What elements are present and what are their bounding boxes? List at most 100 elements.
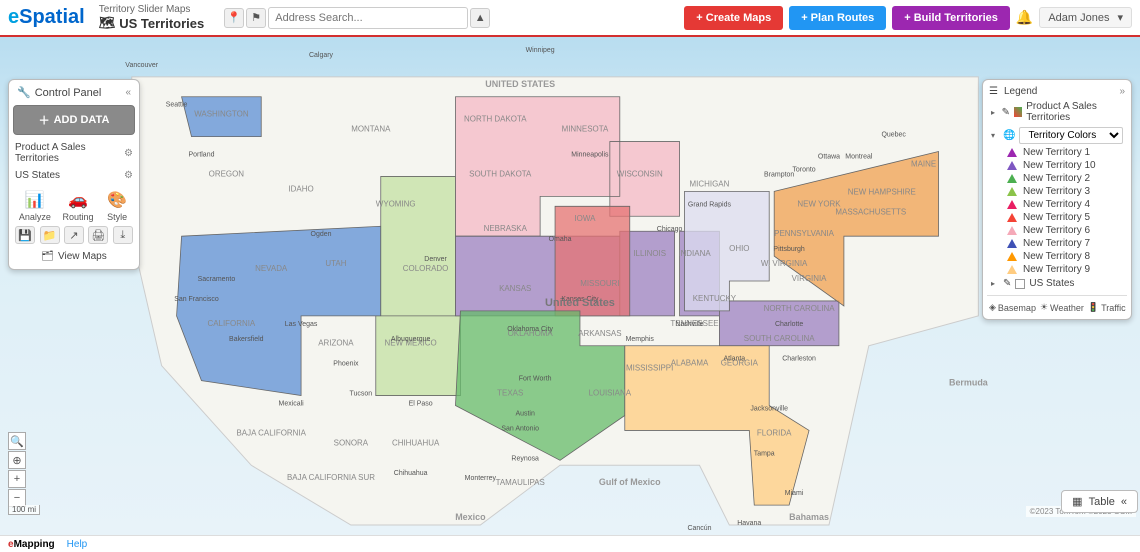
- city-label: Nashville: [675, 321, 703, 328]
- search-input[interactable]: [268, 7, 468, 29]
- state-label: MONTANA: [351, 125, 391, 134]
- city-label: Jacksonville: [750, 406, 788, 413]
- legend-item-label: New Territory 7: [1023, 238, 1090, 249]
- legend-item[interactable]: New Territory 1: [987, 146, 1127, 159]
- layers-icon: ◈: [989, 302, 996, 313]
- state-label: OREGON: [209, 169, 245, 178]
- legend-item[interactable]: New Territory 6: [987, 224, 1127, 237]
- territory-colors-select[interactable]: Territory Colors: [1019, 127, 1123, 144]
- basemap-button[interactable]: ◈Basemap: [987, 300, 1038, 315]
- view-maps-link[interactable]: 🗂 View Maps: [13, 248, 135, 265]
- pencil-icon[interactable]: ✎: [1003, 278, 1011, 289]
- city-label: Chihuahua: [394, 470, 428, 477]
- city-label: El Paso: [409, 401, 433, 408]
- city-label: Atlanta: [723, 356, 745, 363]
- state-label: MICHIGAN: [690, 179, 730, 188]
- plan-routes-button[interactable]: + Plan Routes: [789, 6, 886, 30]
- state-label: KANSAS: [499, 284, 531, 293]
- gear-icon[interactable]: ⚙: [124, 170, 133, 181]
- territory-color-icon: [1007, 252, 1017, 261]
- breadcrumb-parent[interactable]: Territory Slider Maps: [99, 4, 205, 15]
- legend-layer-us-states[interactable]: US States: [1029, 278, 1074, 289]
- help-link[interactable]: Help: [67, 539, 88, 550]
- state-label: VIRGINIA: [792, 274, 828, 283]
- legend-item[interactable]: New Territory 7: [987, 237, 1127, 250]
- city-label: Grand Rapids: [688, 201, 732, 208]
- layer-product-a[interactable]: Product A Sales Territories: [15, 142, 124, 164]
- expand-icon[interactable]: ▸: [991, 108, 998, 117]
- save-icon[interactable]: 💾: [15, 226, 35, 244]
- state-label: FLORIDA: [757, 428, 792, 437]
- layer-us-states[interactable]: US States: [15, 170, 60, 181]
- logo[interactable]: eSpatial: [8, 6, 85, 29]
- state-label: CALIFORNIA: [207, 319, 255, 328]
- map-canvas[interactable]: WASHINGTONOREGONIDAHOMONTANANORTH DAKOTA…: [0, 37, 1140, 535]
- notifications-icon[interactable]: 🔔: [1016, 9, 1033, 26]
- legend-item-label: New Territory 8: [1023, 251, 1090, 262]
- style-tool[interactable]: 🎨Style: [105, 190, 129, 222]
- state-label: SONORA: [334, 438, 369, 447]
- expand-icon[interactable]: ▾: [991, 131, 999, 140]
- globe-icon[interactable]: ⊕: [8, 451, 26, 469]
- city-label: San Francisco: [174, 296, 219, 303]
- print-icon[interactable]: 🖨: [88, 226, 108, 244]
- city-label: Ottawa: [818, 154, 840, 161]
- traffic-button[interactable]: 🚦Traffic: [1086, 300, 1128, 315]
- wrench-icon: 🔧: [17, 86, 31, 99]
- state-label: WASHINGTON: [194, 110, 249, 119]
- search-icon[interactable]: 🔍: [8, 432, 26, 450]
- city-label: Winnipeg: [526, 47, 555, 54]
- legend-layer-product[interactable]: Product A Sales Territories: [1026, 101, 1123, 123]
- state-label: NORTH DAKOTA: [464, 115, 527, 124]
- legend-item[interactable]: New Territory 8: [987, 250, 1127, 263]
- city-label: Omaha: [549, 236, 572, 243]
- location-pin-icon[interactable]: 📍: [224, 8, 244, 28]
- create-maps-button[interactable]: + Create Maps: [684, 6, 783, 30]
- user-menu[interactable]: Adam Jones ▾: [1039, 7, 1132, 28]
- export-icon[interactable]: ⤓: [113, 226, 133, 244]
- pencil-icon[interactable]: ✎: [1002, 107, 1010, 118]
- legend-item[interactable]: New Territory 5: [987, 211, 1127, 224]
- city-label: Bakersfield: [229, 336, 264, 343]
- city-label: Tucson: [350, 391, 373, 398]
- legend-panel: ☰ Legend » ▸ ✎ Product A Sales Territori…: [982, 79, 1132, 320]
- territory-color-icon: [1007, 213, 1017, 222]
- state-label: SOUTH DAKOTA: [469, 169, 532, 178]
- search-toggle-icon[interactable]: ▲: [470, 8, 490, 28]
- legend-item[interactable]: New Territory 4: [987, 198, 1127, 211]
- collapse-icon[interactable]: «: [125, 87, 131, 98]
- country-label: Mexico: [455, 512, 486, 522]
- legend-item-label: New Territory 9: [1023, 264, 1090, 275]
- state-label: CHIHUAHUA: [392, 438, 440, 447]
- legend-item[interactable]: New Territory 3: [987, 185, 1127, 198]
- add-data-button[interactable]: ＋ ADD DATA: [13, 105, 135, 135]
- state-label: MISSOURI: [580, 279, 619, 288]
- legend-item[interactable]: New Territory 10: [987, 159, 1127, 172]
- routing-tool[interactable]: 🚗Routing: [62, 190, 93, 222]
- legend-item-label: New Territory 2: [1023, 173, 1090, 184]
- territory-shape[interactable]: [376, 176, 461, 395]
- territory-color-icon: [1007, 187, 1017, 196]
- city-label: Mexicali: [279, 401, 305, 408]
- city-label: Vancouver: [125, 62, 158, 69]
- table-button[interactable]: ▦ Table «: [1061, 490, 1138, 513]
- expand-icon[interactable]: ▸: [991, 279, 999, 288]
- city-label: Austin: [515, 410, 534, 417]
- share-icon[interactable]: ↗: [64, 226, 84, 244]
- city-label: Brampton: [764, 171, 794, 178]
- folder-icon[interactable]: 📁: [40, 226, 60, 244]
- build-territories-button[interactable]: + Build Territories: [892, 6, 1010, 30]
- state-label: ARKANSAS: [578, 329, 621, 338]
- legend-item[interactable]: New Territory 2: [987, 172, 1127, 185]
- city-label: Reynosa: [511, 455, 539, 462]
- zoom-in-button[interactable]: +: [8, 470, 26, 488]
- analyze-tool[interactable]: 📊Analyze: [19, 190, 51, 222]
- city-label: Phoenix: [333, 361, 359, 368]
- flag-icon[interactable]: ⚑: [246, 8, 266, 28]
- gear-icon[interactable]: ⚙: [124, 148, 133, 159]
- city-label: Montreal: [845, 154, 873, 161]
- footer-logo: eMapping: [8, 539, 55, 550]
- legend-item[interactable]: New Territory 9: [987, 263, 1127, 276]
- weather-button[interactable]: ☀Weather: [1038, 300, 1086, 315]
- collapse-icon[interactable]: »: [1119, 86, 1125, 97]
